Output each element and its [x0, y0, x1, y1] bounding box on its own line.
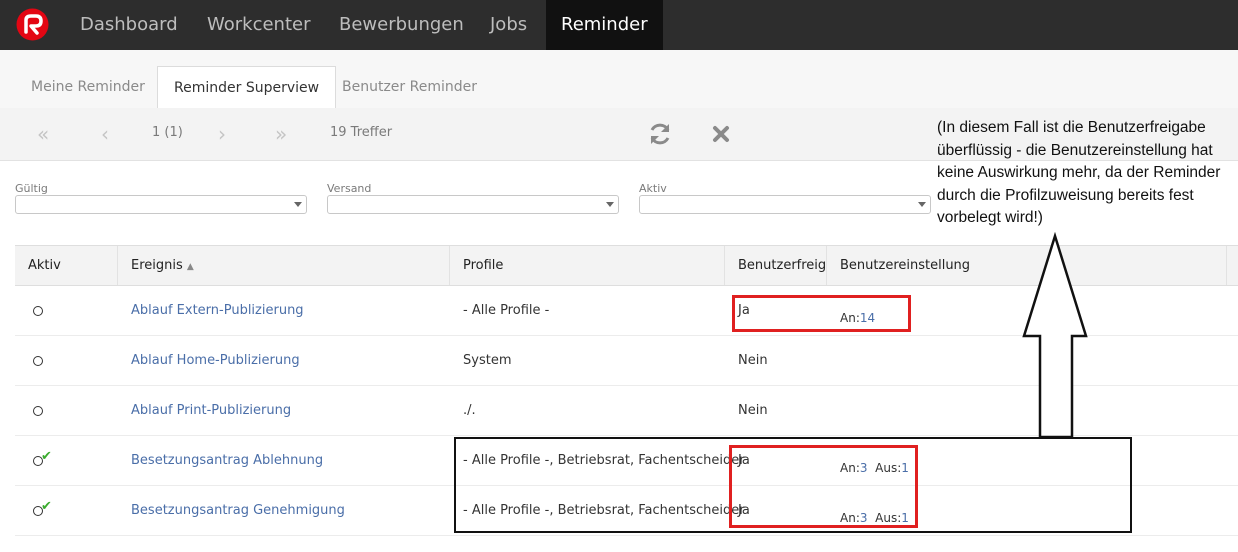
sort-ascending-icon: ▲	[186, 262, 194, 272]
event-link[interactable]: Ablauf Home-Publizierung	[131, 336, 300, 385]
filter-label-gueltig: Gültig	[15, 182, 48, 195]
chevron-down-icon	[294, 202, 302, 207]
filter-aktiv-select[interactable]	[639, 195, 931, 214]
nav-reminder[interactable]: Reminder	[546, 0, 663, 50]
filter-versand-select[interactable]	[327, 195, 619, 214]
event-link[interactable]: Besetzungsantrag Genehmigung	[131, 486, 345, 535]
next-page-icon[interactable]: ›	[218, 108, 226, 160]
profiles-cell: ./.	[463, 403, 476, 418]
event-link[interactable]: Ablauf Extern-Publizierung	[131, 286, 304, 335]
app-logo-icon[interactable]	[16, 8, 49, 41]
top-navigation: Dashboard Workcenter Bewerbungen Jobs Re…	[0, 0, 1238, 50]
profiles-cell: System	[463, 353, 512, 368]
refresh-icon[interactable]	[646, 120, 674, 148]
profiles-cell: - Alle Profile -	[463, 303, 550, 318]
column-header-benutzerfreigabe[interactable]: Benutzerfreigabe	[725, 246, 827, 285]
column-header-profile[interactable]: Profile	[450, 246, 725, 285]
filter-gueltig-select[interactable]	[15, 195, 307, 214]
inactive-indicator-icon	[33, 406, 43, 416]
previous-page-icon[interactable]: ‹	[101, 108, 109, 160]
inactive-indicator-icon	[33, 356, 43, 366]
clear-icon[interactable]	[707, 120, 735, 148]
event-link[interactable]: Besetzungsantrag Ablehnung	[131, 436, 323, 485]
checkmark-icon: ✔	[41, 449, 52, 464]
tab-benutzer-reminder[interactable]: Benutzer Reminder	[326, 66, 493, 108]
filter-label-versand: Versand	[327, 182, 372, 195]
tab-reminder-superview[interactable]: Reminder Superview	[157, 66, 337, 109]
annotation-note: (In diesem Fall ist die Benutzerfreigabe…	[937, 119, 1221, 226]
tab-meine-reminder[interactable]: Meine Reminder	[15, 66, 161, 108]
inactive-indicator-icon	[33, 306, 43, 316]
release-cell: Nein	[738, 353, 768, 368]
nav-workcenter[interactable]: Workcenter	[207, 0, 311, 50]
checkmark-icon: ✔	[41, 499, 52, 514]
nav-bewerbungen[interactable]: Bewerbungen	[339, 0, 464, 50]
column-header-aktiv[interactable]: Aktiv	[15, 246, 118, 285]
up-arrow-icon	[1022, 232, 1088, 439]
page-indicator: 1 (1)	[152, 125, 183, 140]
event-link[interactable]: Ablauf Print-Publizierung	[131, 386, 291, 435]
chevron-down-icon	[918, 202, 926, 207]
release-cell: Nein	[738, 403, 768, 418]
first-page-icon[interactable]: «	[37, 108, 49, 160]
column-header-ereignis[interactable]: Ereignis ▲	[118, 246, 450, 285]
filter-label-aktiv: Aktiv	[639, 182, 667, 195]
hit-count: 19 Treffer	[330, 125, 393, 140]
chevron-down-icon	[606, 202, 614, 207]
tab-bar: Meine Reminder Reminder Superview Benutz…	[0, 50, 1238, 109]
nav-dashboard[interactable]: Dashboard	[80, 0, 178, 50]
highlight-box-red	[729, 445, 918, 528]
highlight-box-red	[732, 295, 911, 332]
column-header-ereignis-label: Ereignis	[131, 258, 183, 273]
nav-jobs[interactable]: Jobs	[490, 0, 527, 50]
last-page-icon[interactable]: »	[275, 108, 287, 160]
